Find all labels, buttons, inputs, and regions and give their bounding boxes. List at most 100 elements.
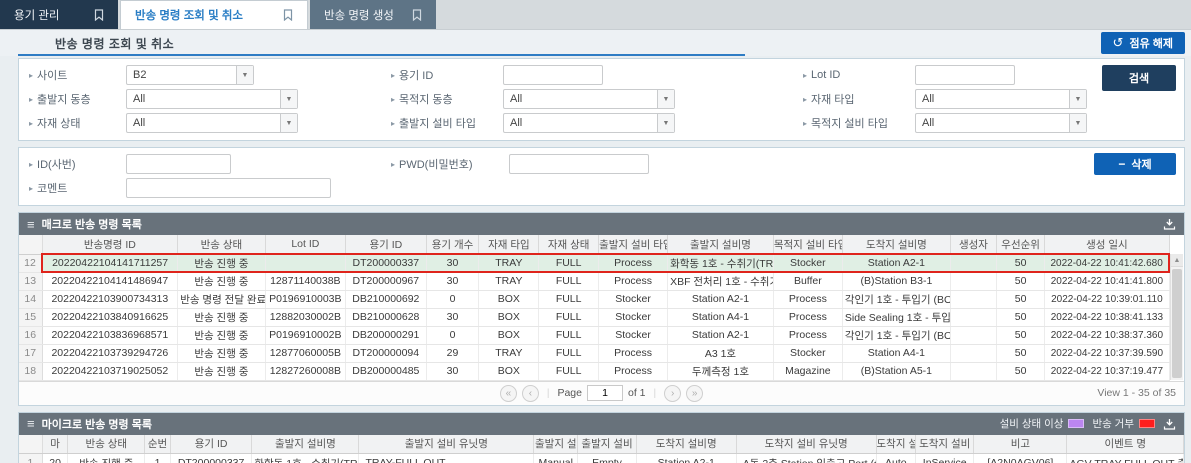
cell[interactable]	[950, 254, 996, 272]
cell[interactable]: BOX	[479, 362, 539, 380]
cell[interactable]: 2022-04-22 10:38:37.360	[1045, 326, 1169, 344]
cell[interactable]: 두께측정 1호	[668, 362, 774, 380]
cell[interactable]: FULL	[539, 344, 599, 362]
cell[interactable]: Station A4-1	[668, 308, 774, 326]
cell[interactable]: Stocker	[773, 254, 842, 272]
cell[interactable]: FULL	[539, 272, 599, 290]
cell[interactable]: 20	[42, 454, 68, 463]
cell[interactable]: Magazine	[773, 362, 842, 380]
column-header[interactable]: 생성자	[950, 235, 996, 254]
cell[interactable]: DT200000967	[346, 272, 427, 290]
column-header[interactable]: 용기 ID	[346, 235, 427, 254]
download-icon[interactable]	[1163, 418, 1176, 430]
cell[interactable]: 30	[426, 272, 479, 290]
column-header[interactable]: 출발지 설	[534, 435, 578, 454]
chevron-down-icon[interactable]: ▼	[657, 114, 674, 132]
cell[interactable]: 50	[996, 326, 1044, 344]
cell[interactable]: 반송 진행 중	[178, 344, 265, 362]
comment-input[interactable]	[126, 178, 331, 198]
cell[interactable]: DB200000485	[346, 362, 427, 380]
cell[interactable]: 50	[996, 272, 1044, 290]
chevron-down-icon[interactable]: ▼	[280, 90, 297, 108]
chevron-down-icon[interactable]: ▼	[1069, 114, 1086, 132]
cell[interactable]: 30	[426, 308, 479, 326]
column-header[interactable]: 출발지 설비	[578, 435, 636, 454]
cell[interactable]: TRAY	[479, 344, 539, 362]
column-header[interactable]: 도착지 설비 유닛명	[736, 435, 876, 454]
cell[interactable]: A3 1호	[668, 344, 774, 362]
column-header[interactable]: 우선순위	[996, 235, 1044, 254]
first-page-button[interactable]: «	[500, 385, 517, 402]
cell[interactable]: FULL	[539, 254, 599, 272]
table-row[interactable]: 1620220422103836968571반송 진행 중P0196910002…	[19, 326, 1169, 344]
cell[interactable]: 반송 명령 전달 완료	[178, 290, 265, 308]
bookmark-icon[interactable]	[283, 9, 293, 21]
cell[interactable]: 0	[426, 326, 479, 344]
column-header[interactable]: 출발지 설비명	[668, 235, 774, 254]
table-row[interactable]: 1720220422103739294726반송 진행 중12877060005…	[19, 344, 1169, 362]
column-header[interactable]: 생성 일시	[1045, 235, 1169, 254]
cell[interactable]: 반송 진행 중	[178, 272, 265, 290]
cell[interactable]: Side Sealing 1호 - 투입기(B	[842, 308, 950, 326]
cell[interactable]: 20220422103840916625	[42, 308, 178, 326]
cell[interactable]: 20220422103719025052	[42, 362, 178, 380]
cell[interactable]: 30	[426, 362, 479, 380]
cell[interactable]: 12827260008B	[265, 362, 346, 380]
cell[interactable]: 20220422104141711257	[42, 254, 178, 272]
cell[interactable]: 29	[426, 344, 479, 362]
table-row[interactable]: 120반송 진행 중1DT200000337화학동 1호 - 수취기(TRAYT…	[19, 454, 1184, 463]
cell[interactable]: 12882030002B	[265, 308, 346, 326]
cell[interactable]: DB210000692	[346, 290, 427, 308]
cell[interactable]: Station A2-1	[668, 290, 774, 308]
cell[interactable]	[950, 308, 996, 326]
column-header[interactable]: Lot ID	[265, 235, 346, 254]
cell[interactable]: 20220422104141486947	[42, 272, 178, 290]
row-number[interactable]: 18	[19, 362, 42, 380]
chevron-down-icon[interactable]: ▼	[1069, 90, 1086, 108]
cell[interactable]: Stocker	[599, 326, 668, 344]
vertical-scrollbar[interactable]: ▲	[1170, 254, 1183, 380]
cell[interactable]: A동 2층 Station 입출고 Port (#1)	[736, 454, 876, 463]
column-header[interactable]: 마	[42, 435, 68, 454]
cell[interactable]: 2022-04-22 10:38:41.133	[1045, 308, 1169, 326]
cell[interactable]: 각인기 1호 - 투입기 (BOX→D	[842, 326, 950, 344]
cell[interactable]: 12871140038B	[265, 272, 346, 290]
row-number[interactable]: 14	[19, 290, 42, 308]
cell[interactable]: 2022-04-22 10:41:42.680	[1045, 254, 1169, 272]
cell[interactable]: 20220422103900734313	[42, 290, 178, 308]
column-header[interactable]: 용기 개수	[426, 235, 479, 254]
next-page-button[interactable]: ›	[664, 385, 681, 402]
column-header[interactable]: 도착지 설비	[916, 435, 974, 454]
column-header[interactable]: 출발지 설비명	[252, 435, 359, 454]
cell[interactable]: 2022-04-22 10:37:19.477	[1045, 362, 1169, 380]
cell[interactable]: 반송 진행 중	[178, 254, 265, 272]
column-header[interactable]: 비고	[974, 435, 1067, 454]
row-number[interactable]: 16	[19, 326, 42, 344]
cell[interactable]: P0196910003B	[265, 290, 346, 308]
bookmark-icon[interactable]	[412, 9, 422, 21]
cell[interactable]: TRAY	[479, 254, 539, 272]
row-number[interactable]: 12	[19, 254, 42, 272]
material-state-select[interactable]: All▼	[126, 113, 298, 133]
chevron-down-icon[interactable]: ▼	[657, 90, 674, 108]
column-header[interactable]: 용기 ID	[170, 435, 252, 454]
column-header[interactable]: 도착지 설비명	[842, 235, 950, 254]
row-number[interactable]: 13	[19, 272, 42, 290]
page-number-input[interactable]	[587, 385, 623, 401]
vessel-id-input[interactable]	[503, 65, 603, 85]
column-header[interactable]: 자재 타입	[479, 235, 539, 254]
cell[interactable]	[950, 290, 996, 308]
cell[interactable]: 0	[426, 290, 479, 308]
last-page-button[interactable]: »	[686, 385, 703, 402]
cell[interactable]: 화학동 1호 - 수취기(TRAY	[252, 454, 359, 463]
cell[interactable]: Process	[599, 362, 668, 380]
employee-id-input[interactable]	[126, 154, 231, 174]
cell[interactable]: BOX	[479, 308, 539, 326]
chevron-down-icon[interactable]: ▼	[236, 66, 253, 84]
chevron-down-icon[interactable]: ▼	[280, 114, 297, 132]
cell[interactable]: 1	[145, 454, 171, 463]
cell[interactable]: Empty	[578, 454, 636, 463]
cell[interactable]: 50	[996, 344, 1044, 362]
cell[interactable]	[950, 272, 996, 290]
cell[interactable]: 2022-04-22 10:39:01.110	[1045, 290, 1169, 308]
